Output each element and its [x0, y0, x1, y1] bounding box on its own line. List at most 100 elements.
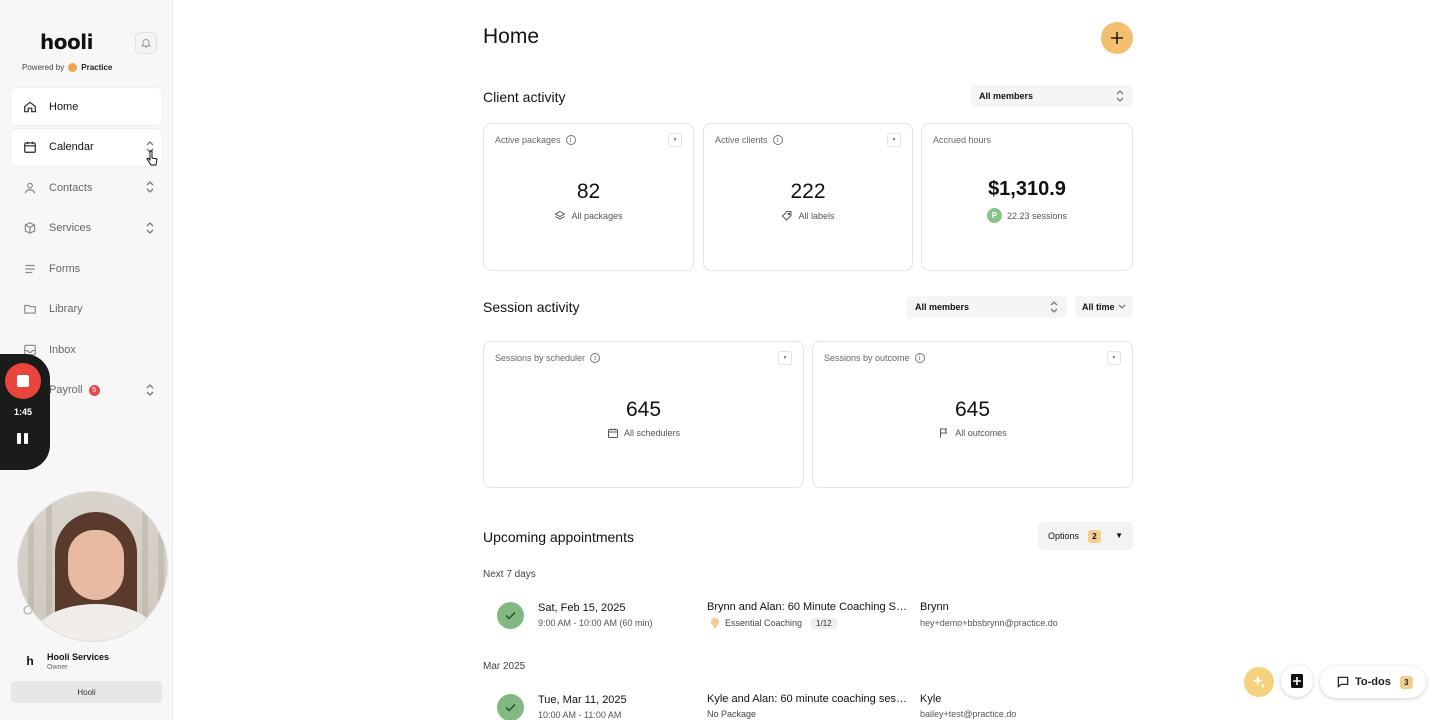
- options-button[interactable]: Options 2 ▼: [1038, 522, 1133, 550]
- expand-chevron-icon[interactable]: [146, 383, 154, 399]
- appointment-title[interactable]: Kyle and Alan: 60 minute coaching sessio…: [707, 693, 912, 705]
- workspace-switcher[interactable]: h Hooli Services Owner: [11, 644, 162, 678]
- card-label: Active packages: [495, 135, 561, 145]
- sidebar-item-calendar[interactable]: Calendar: [11, 128, 162, 166]
- add-button[interactable]: [1101, 22, 1133, 54]
- session-members-select[interactable]: All members: [906, 296, 1067, 318]
- options-label: Options: [1048, 531, 1080, 541]
- select-value: All members: [915, 302, 970, 312]
- layers-icon: [554, 210, 567, 220]
- info-icon[interactable]: i: [914, 353, 925, 363]
- info-icon[interactable]: i: [565, 135, 576, 145]
- card-menu-button[interactable]: ▼: [887, 133, 901, 147]
- chat-bubble-icon: [1337, 676, 1349, 688]
- card-menu-button[interactable]: ▼: [778, 351, 792, 365]
- sessions-by-outcome-card[interactable]: Sessions by outcome i ▼ 645 All outcomes: [812, 341, 1133, 488]
- ai-assistant-button[interactable]: [1244, 667, 1274, 697]
- notifications-button[interactable]: [135, 32, 157, 54]
- card-label: Sessions by scheduler: [495, 353, 586, 363]
- sidebar-item-label: Services: [49, 222, 92, 234]
- workspace-footer[interactable]: Hooli: [11, 681, 162, 703]
- sessions-by-scheduler-card[interactable]: Sessions by scheduler i ▼ 645 All schedul…: [483, 341, 804, 488]
- appointment-date: Tue, Mar 11, 2025: [538, 694, 627, 706]
- powered-by: Powered by Practice: [22, 63, 112, 72]
- info-icon[interactable]: i: [772, 135, 783, 145]
- recording-timer: 1:45: [13, 407, 32, 417]
- appointment-client-name[interactable]: Kyle: [920, 693, 941, 705]
- sidebar-item-label: Contacts: [49, 181, 93, 194]
- webcam-bubble[interactable]: [17, 491, 168, 642]
- card-menu-button[interactable]: ▼: [1107, 351, 1121, 365]
- select-value: All time: [1082, 302, 1115, 312]
- session-activity-title: Session activity: [483, 299, 580, 315]
- card-value: 645: [625, 398, 662, 421]
- card-label: Accrued hours: [933, 135, 992, 145]
- appointment-date: Sat, Feb 15, 2025: [538, 602, 626, 614]
- client-members-select[interactable]: All members: [970, 85, 1133, 107]
- workspace-name: Hooli Services: [47, 651, 110, 662]
- services-icon: [23, 221, 37, 235]
- tag-icon: [782, 211, 792, 221]
- todos-button[interactable]: To-dos 3: [1320, 666, 1426, 698]
- appointment-client-email: bailey+test@practice.do: [920, 709, 1017, 719]
- card-menu-button[interactable]: ▼: [668, 133, 682, 147]
- mouse-cursor-icon: [146, 150, 158, 166]
- sidebar-item-services[interactable]: Services: [11, 210, 162, 247]
- info-icon[interactable]: i: [590, 353, 601, 363]
- card-label: Active clients: [715, 135, 768, 145]
- card-value: $1,310.9: [988, 178, 1066, 200]
- hooli-logo[interactable]: hooli: [40, 30, 93, 54]
- card-sub-label: All labels: [798, 211, 835, 221]
- expand-chevron-icon[interactable]: [146, 181, 154, 196]
- updown-chevron-icon: [1050, 301, 1058, 313]
- appointment-time: 9:00 AM - 10:00 AM (60 min): [538, 618, 653, 628]
- active-packages-card[interactable]: Active packages i ▼ 82 All packages: [483, 123, 694, 271]
- completed-check-icon[interactable]: [497, 694, 524, 720]
- card-value: 645: [954, 398, 991, 421]
- plus-icon: [1111, 32, 1123, 44]
- page-title: Home: [483, 25, 540, 48]
- card-sub-label: 22.23 sessions: [1006, 210, 1068, 221]
- select-value: All members: [979, 91, 1034, 101]
- lightbulb-icon: [710, 617, 720, 628]
- notes-button[interactable]: [1281, 665, 1313, 697]
- sidebar-item-forms[interactable]: Forms: [11, 250, 162, 287]
- active-clients-card[interactable]: Active clients i ▼ 222 All labels: [703, 123, 913, 271]
- card-value: 82: [576, 180, 601, 203]
- appointment-package: No Package: [707, 709, 757, 719]
- sidebar-item-label: Inbox: [49, 343, 76, 356]
- practice-logo-icon: [68, 63, 78, 72]
- folder-icon: [23, 302, 37, 316]
- document-plus-icon: [1291, 674, 1303, 688]
- flag-icon: [940, 428, 948, 438]
- completed-check-icon[interactable]: [497, 602, 524, 629]
- options-count-badge: 2: [1088, 529, 1102, 543]
- updown-chevron-icon: [1116, 90, 1124, 102]
- card-sub-label: All outcomes: [955, 428, 1007, 438]
- appointment-package: Essential Coaching: [725, 618, 803, 628]
- accrued-hours-card[interactable]: Accrued hours $1,310.9 P 22.23 sessions: [921, 123, 1133, 271]
- sidebar-item-label: Library: [49, 303, 83, 315]
- pause-recording-button[interactable]: [17, 433, 29, 444]
- card-sub-label: All packages: [571, 211, 623, 221]
- sidebar-item-label: Forms: [49, 262, 81, 275]
- stop-recording-button[interactable]: [5, 363, 41, 399]
- chevron-down-icon: [1118, 304, 1126, 309]
- person-icon: [23, 181, 37, 195]
- card-value: 222: [790, 180, 826, 203]
- workspace-info: Hooli Services Owner: [47, 652, 109, 671]
- appointment-time: 10:00 AM - 11:00 AM: [538, 710, 622, 720]
- card-sub-label: All schedulers: [623, 428, 681, 438]
- powered-by-text: Powered by: [22, 63, 65, 72]
- sparkle-icon: [1252, 675, 1266, 689]
- session-time-select[interactable]: All time: [1075, 296, 1133, 318]
- sidebar-item-contacts[interactable]: Contacts: [11, 169, 162, 206]
- bell-icon: [140, 39, 152, 48]
- expand-chevron-icon[interactable]: [146, 221, 154, 237]
- appointment-title[interactable]: Brynn and Alan: 60 Minute Coaching Sessi…: [707, 601, 912, 613]
- sidebar-item-library[interactable]: Library: [11, 291, 162, 328]
- appointment-client-name[interactable]: Brynn: [920, 601, 949, 613]
- pause-icon: [17, 433, 21, 444]
- sidebar-item-home[interactable]: Home: [11, 88, 162, 125]
- todos-count-badge: 3: [1399, 675, 1413, 689]
